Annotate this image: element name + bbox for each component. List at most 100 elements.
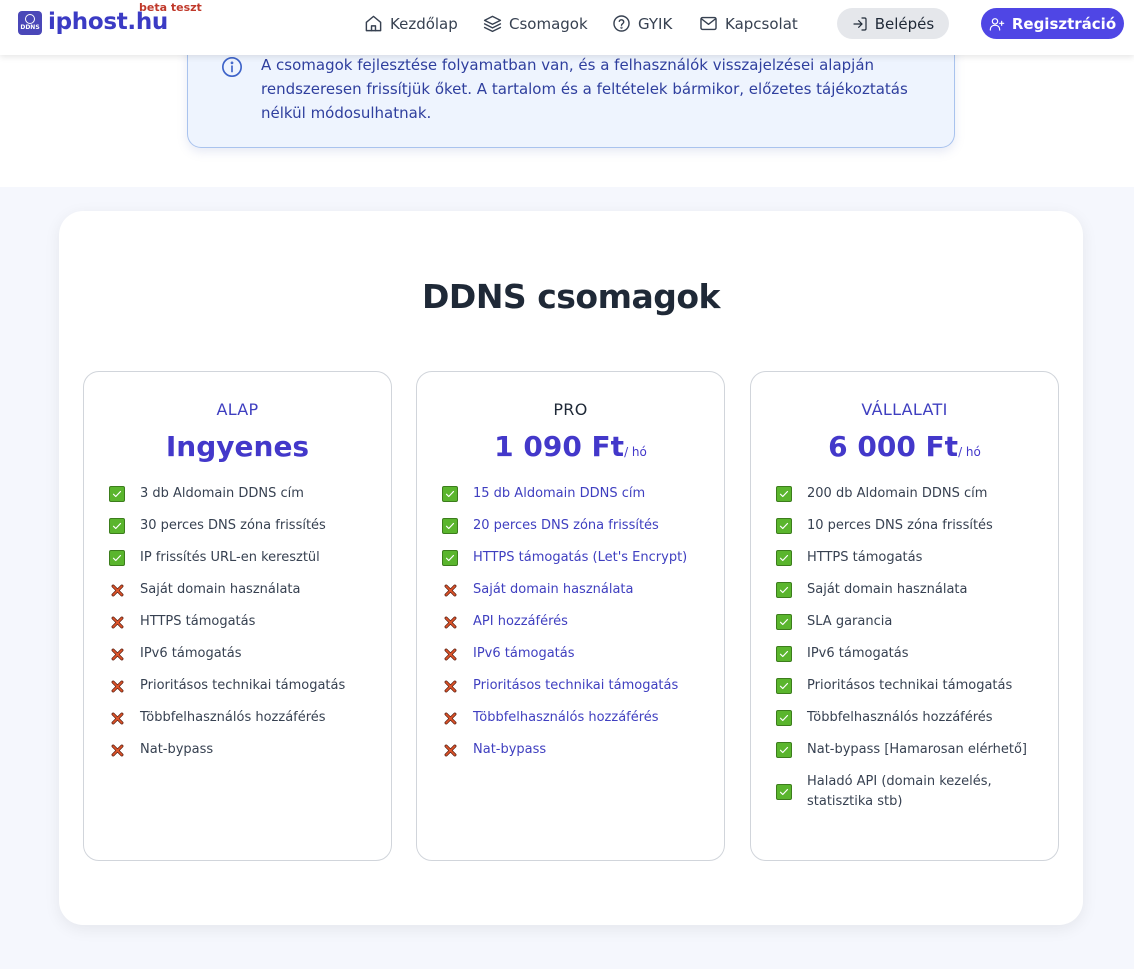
nav-label: Csomagok — [509, 14, 588, 33]
check-icon — [109, 550, 125, 566]
plan-price: 6 000 Ft/ hó — [751, 430, 1058, 463]
feature-text: Többfelhasználós hozzáférés — [140, 710, 326, 725]
feature-list: 200 db Aldomain DDNS cím 10 perces DNS zó… — [776, 478, 1056, 818]
check-icon — [776, 486, 792, 502]
feature-text: 3 db Aldomain DDNS cím — [140, 486, 304, 501]
register-button[interactable]: Regisztráció — [981, 8, 1124, 39]
nav-label: Kezdőlap — [390, 14, 458, 33]
feature-text: 200 db Aldomain DDNS cím — [807, 486, 988, 501]
logo-icon[interactable]: DDNS — [18, 11, 42, 35]
feature-text: Többfelhasználós hozzáférés — [807, 710, 993, 725]
check-icon — [776, 550, 792, 566]
plan-card-alap[interactable]: ALAP Ingyenes 3 db Aldomain DDNS cím 30 p… — [83, 371, 392, 861]
feature-item: Többfelhasználós hozzáférés — [109, 702, 389, 734]
cross-icon — [109, 646, 125, 662]
feature-item: IPv6 támogatás — [109, 638, 389, 670]
feature-text: Nat-bypass — [473, 742, 547, 757]
feature-list: 3 db Aldomain DDNS cím 30 perces DNS zóna… — [109, 478, 389, 766]
nav-label: GYIK — [638, 14, 673, 33]
feature-item: 10 perces DNS zóna frissítés — [776, 510, 1056, 542]
check-icon — [109, 486, 125, 502]
check-icon — [776, 742, 792, 758]
plan-name: VÁLLALATI — [861, 400, 948, 419]
login-button[interactable]: Belépés — [837, 8, 949, 39]
nav-item-contact[interactable]: Kapcsolat — [699, 0, 798, 47]
check-icon — [776, 784, 792, 800]
plan-price-amount: 6 000 Ft — [828, 430, 959, 463]
feature-text: Prioritásos technikai támogatás — [807, 678, 1013, 693]
feature-item: Saját domain használata — [109, 574, 389, 606]
feature-item: IP frissítés URL-en keresztül — [109, 542, 389, 574]
cross-icon — [442, 678, 458, 694]
check-icon — [442, 486, 458, 502]
feature-item: 20 perces DNS zóna frissítés — [442, 510, 722, 542]
notice-text: A csomagok fejlesztése folyamatban van, … — [261, 56, 908, 122]
feature-item: 30 perces DNS zóna frissítés — [109, 510, 389, 542]
nav-item-home[interactable]: Kezdőlap — [364, 0, 458, 47]
feature-text: HTTPS támogatás — [140, 614, 256, 629]
feature-item: HTTPS támogatás (Let's Encrypt) — [442, 542, 722, 574]
feature-text: Prioritásos technikai támogatás — [140, 678, 346, 693]
feature-item: Nat-bypass [Hamarosan elérhető] — [776, 734, 1056, 766]
packages-section: DDNS csomagok ALAP Ingyenes 3 db Aldomai… — [0, 187, 1134, 969]
help-circle-icon — [613, 15, 630, 32]
cross-icon — [442, 614, 458, 630]
site-header: DDNS iphost.hu beta teszt Kezdőlap Csoma… — [0, 0, 1134, 55]
feature-item: HTTPS támogatás — [776, 542, 1056, 574]
plan-price: Ingyenes — [84, 430, 391, 463]
nav-item-faq[interactable]: GYIK — [612, 0, 672, 47]
feature-text: 30 perces DNS zóna frissítés — [140, 518, 326, 533]
cross-icon — [109, 678, 125, 694]
plan-card-vallalati[interactable]: VÁLLALATI 6 000 Ft/ hó 200 db Aldomain D… — [750, 371, 1059, 861]
page-title: DDNS csomagok — [422, 277, 720, 316]
check-icon — [442, 550, 458, 566]
login-icon — [853, 16, 867, 31]
layers-icon — [483, 15, 502, 33]
plan-name: PRO — [553, 400, 588, 419]
feature-item: 200 db Aldomain DDNS cím — [776, 478, 1056, 510]
feature-text: SLA garancia — [807, 614, 893, 629]
check-icon — [776, 678, 792, 694]
feature-text: Prioritásos technikai támogatás — [473, 678, 679, 693]
plan-price: 1 090 Ft/ hó — [417, 430, 724, 463]
feature-text: 15 db Aldomain DDNS cím — [473, 486, 646, 501]
beta-badge: beta teszt — [139, 1, 202, 14]
feature-item: Prioritásos technikai támogatás — [776, 670, 1056, 702]
nav-item-packages[interactable]: Csomagok — [483, 0, 588, 47]
cross-icon — [109, 614, 125, 630]
cross-icon — [109, 582, 125, 598]
feature-item: HTTPS támogatás — [109, 606, 389, 638]
home-icon — [365, 15, 382, 32]
check-icon — [776, 582, 792, 598]
plan-card-pro[interactable]: PRO 1 090 Ft/ hó 15 db Aldomain DDNS cím… — [416, 371, 725, 861]
feature-item: Saját domain használata — [442, 574, 722, 606]
packages-panel: DDNS csomagok ALAP Ingyenes 3 db Aldomai… — [59, 211, 1083, 925]
feature-text: IPv6 támogatás — [473, 646, 575, 661]
feature-text: Többfelhasználós hozzáférés — [473, 710, 659, 725]
feature-list: 15 db Aldomain DDNS cím 20 perces DNS zón… — [442, 478, 722, 766]
feature-text: HTTPS támogatás (Let's Encrypt) — [473, 550, 688, 565]
feature-item: IPv6 támogatás — [442, 638, 722, 670]
user-plus-icon — [989, 17, 1005, 31]
feature-item: Haladó API (domain kezelés, statisztika … — [776, 766, 1056, 818]
nav-label: Kapcsolat — [725, 14, 798, 33]
check-icon — [776, 710, 792, 726]
cross-icon — [109, 710, 125, 726]
feature-item: 3 db Aldomain DDNS cím — [109, 478, 389, 510]
check-icon — [109, 518, 125, 534]
check-icon — [776, 646, 792, 662]
feature-item: Prioritásos technikai támogatás — [109, 670, 389, 702]
cross-icon — [442, 742, 458, 758]
feature-text: Saját domain használata — [807, 582, 968, 597]
info-icon — [221, 56, 243, 78]
feature-text: IPv6 támogatás — [807, 646, 909, 661]
feature-item: SLA garancia — [776, 606, 1056, 638]
feature-item: Többfelhasználós hozzáférés — [442, 702, 722, 734]
plan-price-amount: 1 090 Ft — [494, 430, 625, 463]
feature-item: IPv6 támogatás — [776, 638, 1056, 670]
cross-icon — [442, 582, 458, 598]
feature-text: IPv6 támogatás — [140, 646, 242, 661]
feature-text: 20 perces DNS zóna frissítés — [473, 518, 659, 533]
cross-icon — [442, 710, 458, 726]
cross-icon — [109, 742, 125, 758]
